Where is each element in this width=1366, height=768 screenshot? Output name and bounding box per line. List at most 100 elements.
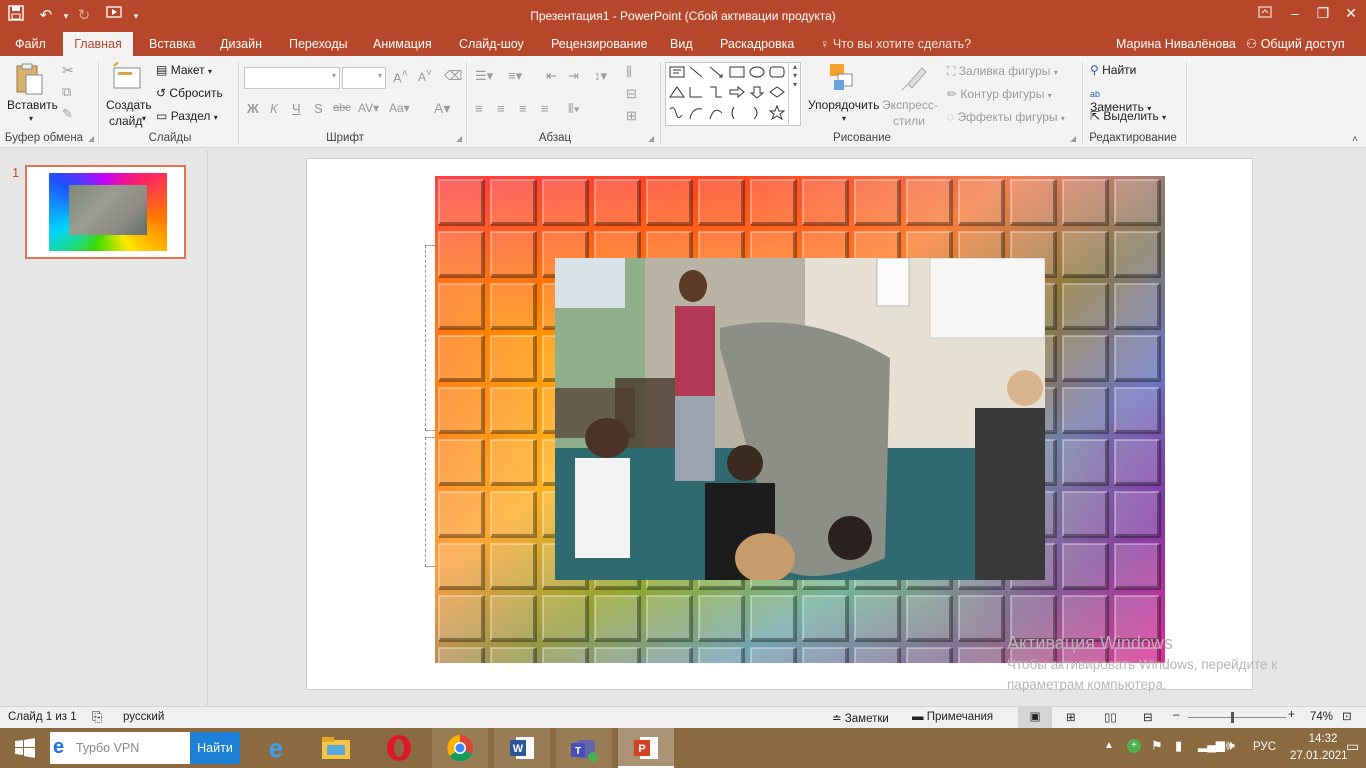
- share-button[interactable]: ⚇ Общий доступ: [1240, 32, 1351, 56]
- tab-view[interactable]: Вид: [664, 32, 699, 56]
- tab-review[interactable]: Рецензирование: [545, 32, 654, 56]
- tab-storyboard[interactable]: Раскадровка: [714, 32, 800, 56]
- language-indicator[interactable]: русский: [123, 711, 164, 723]
- bold-icon[interactable]: Ж: [247, 101, 259, 116]
- paste-button[interactable]: [12, 62, 46, 99]
- arrange-button[interactable]: [828, 62, 858, 97]
- taskbar-powerpoint[interactable]: P: [618, 728, 674, 768]
- tray-network-icon[interactable]: ▂▄▆: [1198, 738, 1225, 752]
- align-center-icon[interactable]: ≡: [497, 101, 505, 116]
- taskbar-file-explorer[interactable]: [308, 728, 364, 768]
- tab-slideshow[interactable]: Слайд-шоу: [453, 32, 530, 56]
- zoom-slider-thumb[interactable]: [1231, 712, 1235, 723]
- paragraph-launcher-icon[interactable]: ◢: [648, 134, 654, 143]
- shrink-font-icon[interactable]: A˅: [418, 68, 432, 84]
- quick-styles-button[interactable]: [898, 64, 928, 97]
- zoom-in-icon[interactable]: +: [1288, 709, 1295, 721]
- taskbar-edge[interactable]: e: [248, 728, 304, 768]
- section-button[interactable]: ▭ Раздел ▾: [156, 109, 218, 123]
- taskbar-opera[interactable]: [371, 728, 427, 768]
- font-name-combo[interactable]: ▾: [244, 67, 340, 89]
- tab-animation[interactable]: Анимация: [367, 32, 438, 56]
- notes-button[interactable]: ≐ Заметки: [832, 711, 889, 725]
- shape-outline-button[interactable]: ✏ Контур фигуры ▾: [947, 87, 1052, 101]
- font-color-icon[interactable]: A▾: [434, 100, 450, 117]
- user-name[interactable]: Марина Нивалёнова: [1110, 32, 1242, 56]
- tab-home[interactable]: Главная: [63, 32, 133, 56]
- close-icon[interactable]: ✕: [1336, 0, 1366, 26]
- taskbar-chrome[interactable]: [432, 728, 488, 768]
- clipboard-launcher-icon[interactable]: ◢: [88, 134, 94, 143]
- cut-icon[interactable]: ✂: [62, 62, 74, 79]
- tab-insert[interactable]: Вставка: [143, 32, 201, 56]
- taskbar-word[interactable]: W: [494, 728, 550, 768]
- text-direction-icon[interactable]: ⫼: [626, 64, 632, 80]
- justify-icon[interactable]: ≡: [541, 101, 549, 116]
- slide-thumbnail-1[interactable]: [25, 165, 186, 259]
- minimize-icon[interactable]: –: [1280, 0, 1310, 26]
- align-text-icon[interactable]: ⊟: [626, 86, 637, 102]
- underline-icon[interactable]: Ч: [292, 101, 301, 116]
- vpn-search-box[interactable]: e Турбо VPN: [50, 732, 190, 764]
- slideshow-view-icon[interactable]: ⊟: [1143, 710, 1153, 724]
- font-size-combo[interactable]: ▾: [342, 67, 386, 89]
- drawing-launcher-icon[interactable]: ◢: [1070, 134, 1076, 143]
- shape-fill-button[interactable]: ⛶ Заливка фигуры ▾: [947, 64, 1058, 79]
- char-spacing-icon[interactable]: AV▾: [358, 101, 379, 115]
- zoom-level[interactable]: 74%: [1310, 711, 1333, 723]
- tab-transitions[interactable]: Переходы: [283, 32, 354, 56]
- shapes-gallery-scroll[interactable]: ▴ ▾ ▾: [788, 62, 801, 126]
- new-slide-button[interactable]: [110, 61, 144, 95]
- strikethrough-icon[interactable]: abc: [333, 102, 351, 114]
- subtitle-placeholder-edge[interactable]: [425, 437, 435, 567]
- zoom-out-icon[interactable]: –: [1173, 709, 1179, 721]
- shape-effects-button[interactable]: ◌ Эффекты фигуры ▾: [947, 110, 1065, 124]
- find-button[interactable]: ⚲ Найти: [1090, 63, 1136, 77]
- taskbar-teams[interactable]: T: [556, 728, 612, 768]
- comments-button[interactable]: ▬ Примечания: [912, 711, 993, 723]
- tray-shield-icon[interactable]: +: [1127, 739, 1141, 753]
- copy-icon[interactable]: ⧉: [62, 84, 71, 100]
- new-slide-dropdown-icon[interactable]: ▾: [142, 114, 146, 123]
- restore-icon[interactable]: ❐: [1308, 0, 1338, 26]
- change-case-icon[interactable]: Aa▾: [389, 101, 410, 115]
- shapes-gallery[interactable]: [665, 62, 801, 126]
- decrease-indent-icon[interactable]: ⇤: [546, 68, 557, 84]
- slide-sorter-icon[interactable]: ⊞: [1066, 710, 1076, 724]
- slide-photo[interactable]: [555, 258, 1045, 580]
- shadow-icon[interactable]: S: [314, 101, 323, 116]
- start-button[interactable]: [0, 728, 50, 768]
- reading-view-icon[interactable]: ▯▯: [1104, 710, 1117, 724]
- vpn-search-button[interactable]: Найти: [190, 732, 240, 764]
- zoom-slider[interactable]: [1188, 712, 1286, 723]
- select-button[interactable]: ⇱ Выделить ▾: [1090, 109, 1166, 123]
- reset-button[interactable]: ↺ Сбросить: [156, 86, 223, 100]
- tray-language[interactable]: РУС: [1253, 741, 1276, 753]
- spellcheck-icon[interactable]: ⎘: [92, 709, 102, 725]
- tab-file[interactable]: Файл: [9, 32, 52, 56]
- tray-battery-icon[interactable]: ▮: [1175, 738, 1182, 754]
- title-placeholder-edge[interactable]: [425, 245, 435, 431]
- format-painter-icon[interactable]: ✎: [62, 106, 73, 122]
- bullets-icon[interactable]: ☰▾: [475, 68, 493, 84]
- align-left-icon[interactable]: ≡: [475, 101, 483, 116]
- tray-flag-icon[interactable]: ⚑: [1151, 738, 1163, 754]
- collapse-ribbon-icon[interactable]: ˄: [1352, 134, 1358, 145]
- line-spacing-icon[interactable]: ↕▾: [594, 68, 607, 84]
- grow-font-icon[interactable]: A˄: [393, 68, 408, 85]
- smartart-icon[interactable]: ⊞: [626, 108, 637, 124]
- tray-date[interactable]: 27.01.2021: [1290, 750, 1348, 762]
- tell-me-box[interactable]: ♀ Что вы хотите сделать?: [814, 32, 977, 56]
- columns-icon[interactable]: ⫴▾: [568, 101, 580, 117]
- align-right-icon[interactable]: ≡: [519, 101, 527, 116]
- clear-format-icon[interactable]: ⌫: [444, 68, 462, 84]
- fit-slide-icon[interactable]: ⊡: [1342, 709, 1352, 723]
- font-launcher-icon[interactable]: ◢: [456, 134, 462, 143]
- tray-time[interactable]: 14:32: [1303, 733, 1343, 745]
- notification-icon[interactable]: ▭: [1346, 738, 1359, 755]
- tray-volume-icon[interactable]: 🕪: [1226, 737, 1235, 754]
- numbering-icon[interactable]: ≡▾: [508, 68, 522, 84]
- increase-indent-icon[interactable]: ⇥: [568, 68, 579, 84]
- italic-icon[interactable]: К: [270, 101, 278, 116]
- normal-view-icon[interactable]: ▣: [1018, 707, 1052, 728]
